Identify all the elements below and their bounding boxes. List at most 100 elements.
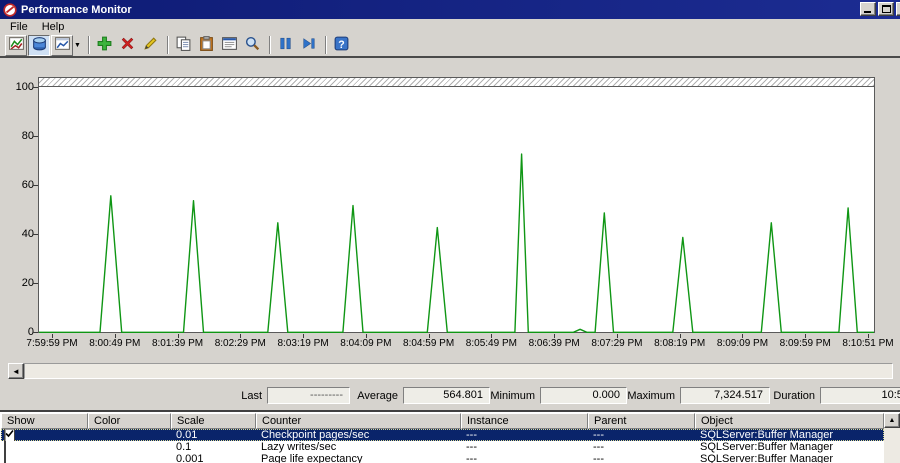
scale-cell: 0.01 [171, 429, 256, 441]
x-axis-label: 8:05:49 PM [459, 338, 523, 349]
stat-label-minimum: Minimum [476, 388, 535, 404]
y-axis-tick [33, 87, 38, 88]
window-title: Performance Monitor [21, 4, 132, 16]
svg-text:?: ? [339, 39, 345, 51]
object-cell: SQLServer:Buffer Manager [695, 453, 884, 463]
time-scrollbar-track[interactable] [24, 363, 893, 379]
x-axis-label: 8:09:59 PM [773, 338, 837, 349]
y-axis-tick [33, 234, 38, 235]
change-graph-type-button[interactable] [51, 35, 73, 56]
y-axis-tick [33, 332, 38, 333]
column-header-instance[interactable]: Instance [461, 413, 588, 429]
magnifier-icon [244, 35, 261, 55]
column-header-scale[interactable]: Scale [171, 413, 256, 429]
app-icon [3, 3, 17, 17]
counter-list-scrollbar-track[interactable] [884, 428, 900, 463]
stat-label-average: Average [340, 388, 398, 404]
copy-icon [175, 35, 192, 55]
plus-icon [96, 35, 113, 55]
stat-label-maximum: Maximum [613, 388, 675, 404]
counter-row[interactable]: 0.1Lazy writes/sec------SQLServer:Buffer… [1, 441, 884, 453]
menu-item-file[interactable]: File [4, 20, 34, 34]
pause-icon [277, 35, 294, 55]
counter-row[interactable]: 0.01Checkpoint pages/sec------SQLServer:… [1, 429, 884, 441]
x-axis-label: 8:04:09 PM [334, 338, 398, 349]
minimize-icon [864, 11, 871, 13]
log-cylinder-icon [31, 35, 48, 55]
scroll-up-button[interactable]: ▲ [884, 413, 900, 428]
column-header-show[interactable]: Show [1, 413, 88, 429]
y-axis-label: 20 [8, 277, 34, 289]
properties-icon [221, 35, 238, 55]
column-header-parent[interactable]: Parent [588, 413, 695, 429]
highlight-button[interactable] [140, 35, 162, 56]
scale-cell: 0.1 [171, 441, 256, 453]
update-data-button[interactable] [298, 35, 320, 56]
show-checkbox[interactable] [4, 429, 15, 441]
x-axis-label: 8:09:09 PM [710, 338, 774, 349]
add-counter-button[interactable] [94, 35, 116, 56]
color-cell [88, 441, 171, 453]
counter-row[interactable]: 0.001Page life expectancy------SQLServer… [1, 453, 884, 463]
y-axis-tick [33, 136, 38, 137]
chart-plot-area [38, 77, 875, 333]
titlebar[interactable]: Performance Monitor [0, 0, 900, 19]
scroll-left-button[interactable]: ◄ [8, 363, 24, 379]
stat-value-last: --------- [267, 387, 350, 404]
show-cell [1, 429, 88, 441]
parent-cell: --- [588, 441, 695, 453]
view-log-data-button[interactable] [28, 35, 50, 56]
column-header-object[interactable]: Object [695, 413, 884, 429]
chevron-down-icon[interactable]: ▼ [74, 42, 81, 49]
check-icon [5, 429, 14, 438]
maximize-icon [882, 5, 891, 13]
y-axis-label: 40 [8, 228, 34, 240]
counter-cell: Page life expectancy [256, 453, 461, 463]
chart-icon [8, 35, 25, 55]
view-current-activity-button[interactable] [5, 35, 27, 56]
show-checkbox[interactable] [4, 453, 6, 463]
graph-panel: ◄ Last---------Average564.801Minimum0.00… [0, 60, 900, 410]
stat-label-duration: Duration [756, 388, 815, 404]
close-button[interactable] [896, 2, 900, 16]
maximize-button[interactable] [878, 2, 894, 16]
x-axis-label: 7:59:59 PM [20, 338, 84, 349]
zoom-button[interactable] [242, 35, 264, 56]
y-axis-label: 80 [8, 130, 34, 142]
x-axis-label: 8:01:39 PM [146, 338, 210, 349]
instance-cell: --- [461, 429, 588, 441]
x-axis-label: 8:10:51 PM [836, 338, 900, 349]
column-header-color[interactable]: Color [88, 413, 171, 429]
show-cell [1, 453, 88, 463]
stat-label-last: Last [210, 388, 262, 404]
delete-x-icon [119, 35, 136, 55]
y-axis-tick [33, 283, 38, 284]
show-checkbox[interactable] [4, 441, 6, 453]
show-cell [1, 441, 88, 453]
x-axis-label: 8:04:59 PM [397, 338, 461, 349]
copy-properties-button[interactable] [173, 35, 195, 56]
counter-list: ▲ ShowColorScaleCounterInstanceParentObj… [0, 410, 900, 463]
stat-value-duration: 10:52 [820, 387, 900, 404]
menu-item-help[interactable]: Help [36, 20, 71, 34]
delete-counter-button[interactable] [117, 35, 139, 56]
y-axis-label: 60 [8, 179, 34, 191]
properties-button[interactable] [219, 35, 241, 56]
y-axis-label: 100 [8, 81, 34, 93]
paste-counter-list-button[interactable] [196, 35, 218, 56]
instance-cell: --- [461, 441, 588, 453]
toolbar-separator [269, 36, 271, 54]
instance-cell: --- [461, 453, 588, 463]
help-button[interactable]: ? [331, 35, 353, 56]
freeze-display-button[interactable] [275, 35, 297, 56]
column-header-counter[interactable]: Counter [256, 413, 461, 429]
minimize-button[interactable] [860, 2, 876, 16]
color-cell [88, 453, 171, 463]
y-axis-label: 0 [8, 326, 34, 338]
highlight-pen-icon [142, 35, 159, 55]
help-icon: ? [333, 35, 350, 55]
window-controls [860, 2, 900, 16]
menubar: FileHelp [0, 19, 900, 34]
time-scrollbar[interactable]: ◄ [8, 363, 893, 379]
color-cell [88, 429, 171, 441]
